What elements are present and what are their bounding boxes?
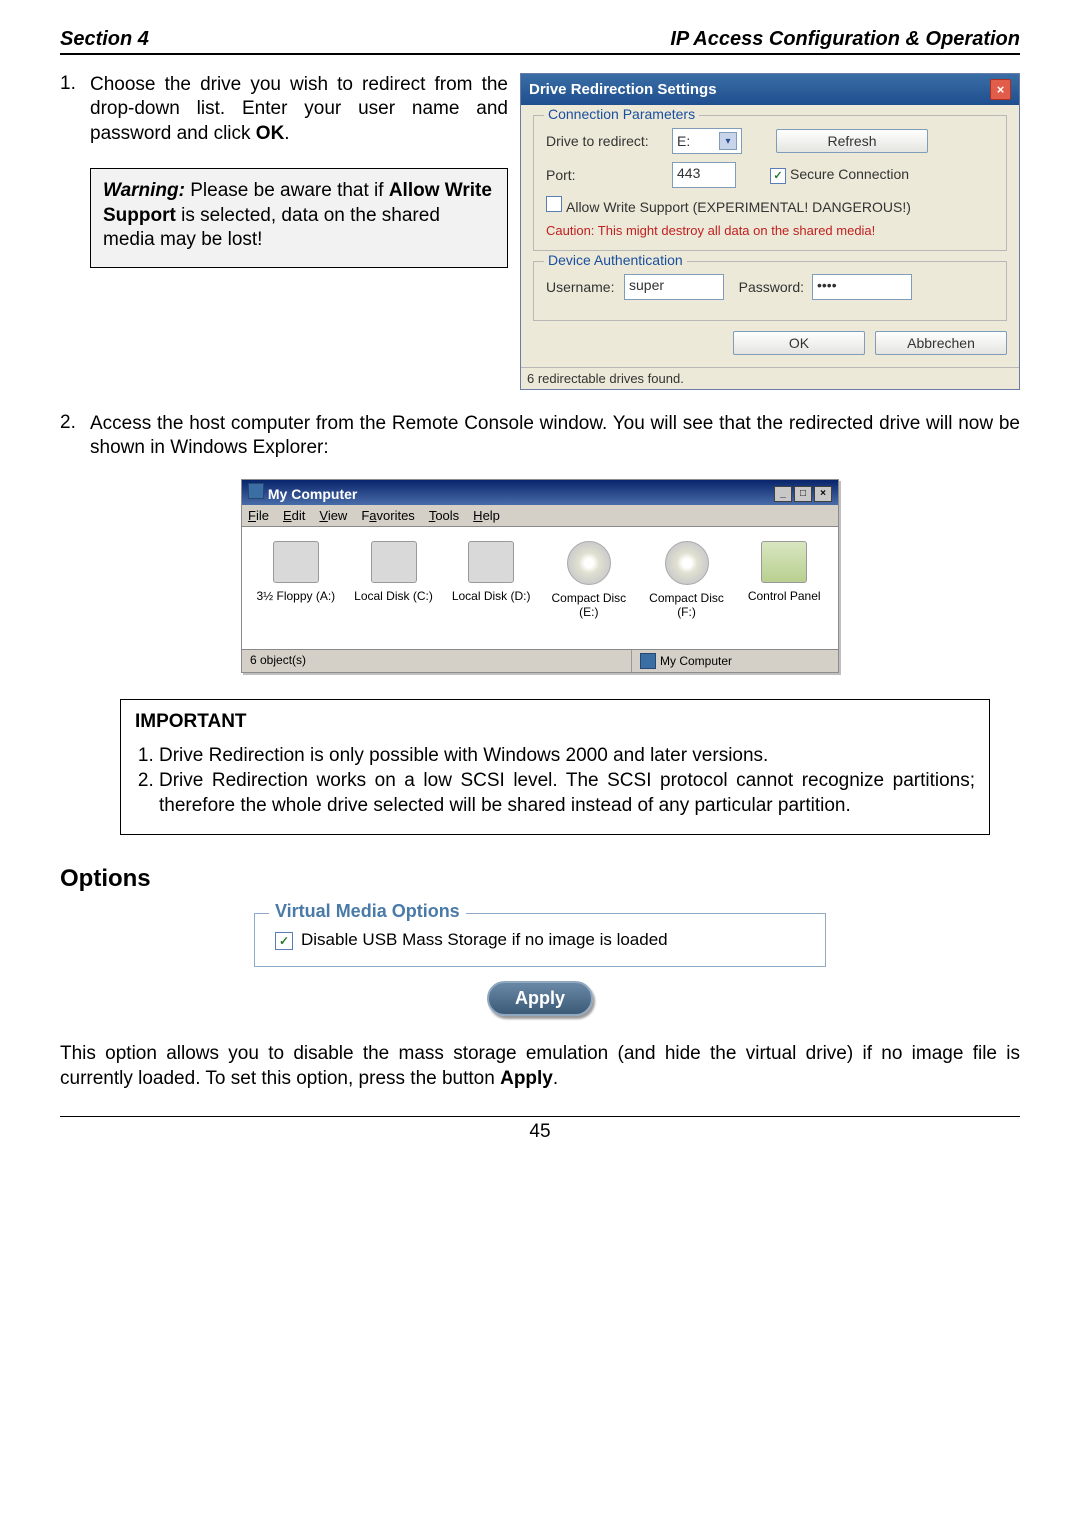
my-computer-icon	[640, 653, 656, 669]
options-group-title: Virtual Media Options	[269, 901, 466, 922]
menu-help[interactable]: Help	[473, 508, 500, 523]
drive-item[interactable]: Local Disk (C:)	[354, 541, 434, 619]
allow-label: Allow Write Support (EXPERIMENTAL! DANGE…	[566, 199, 911, 215]
menu-tools[interactable]: Tools	[429, 508, 459, 523]
cd-icon	[567, 541, 611, 585]
drive-value: E:	[677, 133, 690, 149]
explorer-window: My Computer _□× File Edit View Favorites…	[241, 479, 839, 673]
allow-write-checkbox[interactable]: Allow Write Support (EXPERIMENTAL! DANGE…	[546, 196, 911, 215]
hdd-icon	[468, 541, 514, 583]
username-label: Username:	[546, 279, 616, 295]
username-input[interactable]: super	[624, 274, 724, 300]
my-computer-icon	[248, 483, 264, 499]
drive-label: Compact Disc (E:)	[549, 591, 629, 619]
important-item: Drive Redirection works on a low SCSI le…	[159, 769, 975, 818]
warning-box: Warning: Please be aware that if Allow W…	[90, 168, 508, 268]
drive-label: Local Disk (D:)	[451, 589, 531, 603]
menu-view[interactable]: View	[319, 508, 347, 523]
menu-favorites[interactable]: Favorites	[361, 508, 414, 523]
group-title-connection: Connection Parameters	[544, 106, 699, 122]
drive-label: Compact Disc (F:)	[647, 591, 727, 619]
explorer-status-left: 6 object(s)	[242, 650, 632, 672]
apply-button[interactable]: Apply	[487, 981, 593, 1016]
disable-usb-label: Disable USB Mass Storage if no image is …	[301, 930, 668, 949]
step2-index: 2.	[60, 412, 90, 461]
secure-connection-checkbox[interactable]: ✓Secure Connection	[770, 166, 909, 184]
step1-c: .	[284, 123, 289, 144]
closing-paragraph: This option allows you to disable the ma…	[60, 1042, 1020, 1091]
drive-item[interactable]: Compact Disc (E:)	[549, 541, 629, 619]
drive-label: Drive to redirect:	[546, 133, 664, 149]
refresh-button[interactable]: Refresh	[776, 129, 928, 153]
minimize-icon[interactable]: _	[774, 486, 792, 502]
important-item: Drive Redirection is only possible with …	[159, 744, 975, 769]
port-input[interactable]: 443	[672, 162, 736, 188]
connection-parameters-group: Connection Parameters Drive to redirect:…	[533, 115, 1007, 251]
important-title: IMPORTANT	[135, 710, 975, 735]
virtual-media-options-group: Virtual Media Options ✓Disable USB Mass …	[254, 913, 826, 967]
important-box: IMPORTANT Drive Redirection is only poss…	[120, 699, 990, 836]
secure-label: Secure Connection	[790, 166, 909, 182]
step1-a: Choose the drive you wish to redirect fr…	[90, 74, 508, 144]
warn-label: Warning:	[103, 180, 185, 201]
explorer-title: My Computer	[268, 486, 357, 502]
page-number: 45	[60, 1116, 1020, 1143]
drive-item[interactable]: Local Disk (D:)	[451, 541, 531, 619]
dialog-title: Drive Redirection Settings	[529, 81, 717, 98]
port-label: Port:	[546, 167, 664, 183]
ok-button[interactable]: OK	[733, 331, 865, 355]
dialog-status: 6 redirectable drives found.	[521, 367, 1019, 389]
step1-b: OK	[256, 123, 285, 144]
drive-item[interactable]: Compact Disc (F:)	[647, 541, 727, 619]
drive-redirection-dialog: Drive Redirection Settings × Connection …	[520, 73, 1020, 390]
closing-b: .	[553, 1068, 558, 1089]
step2-text: Access the host computer from the Remote…	[90, 412, 1020, 461]
warn-a: Please be aware that if	[185, 180, 389, 201]
cancel-button[interactable]: Abbrechen	[875, 331, 1007, 355]
cd-icon	[665, 541, 709, 585]
explorer-status-right: My Computer	[660, 654, 732, 668]
password-label: Password:	[732, 279, 804, 295]
group-title-auth: Device Authentication	[544, 252, 687, 268]
drive-item[interactable]: 3½ Floppy (A:)	[256, 541, 336, 619]
device-auth-group: Device Authentication Username: super Pa…	[533, 261, 1007, 321]
drive-label: 3½ Floppy (A:)	[256, 589, 336, 603]
password-input[interactable]: ••••	[812, 274, 912, 300]
step1-index: 1.	[60, 73, 90, 146]
caution-text: Caution: This might destroy all data on …	[546, 223, 994, 238]
drive-select[interactable]: E: ▾	[672, 128, 742, 154]
options-heading: Options	[60, 865, 1020, 893]
header-left: Section 4	[60, 28, 149, 51]
drive-item[interactable]: Control Panel	[744, 541, 824, 619]
drive-label: Control Panel	[744, 589, 824, 603]
floppy-icon	[273, 541, 319, 583]
menu-file[interactable]: File	[248, 508, 269, 523]
chevron-down-icon[interactable]: ▾	[719, 132, 737, 150]
menu-edit[interactable]: Edit	[283, 508, 305, 523]
maximize-icon[interactable]: □	[794, 486, 812, 502]
closing-bold: Apply	[500, 1068, 553, 1089]
hdd-icon	[371, 541, 417, 583]
close-icon[interactable]: ×	[990, 79, 1011, 100]
drive-label: Local Disk (C:)	[354, 589, 434, 603]
disable-usb-checkbox[interactable]: ✓Disable USB Mass Storage if no image is…	[275, 930, 668, 949]
close-icon[interactable]: ×	[814, 486, 832, 502]
control-panel-icon	[761, 541, 807, 583]
header-right: IP Access Configuration & Operation	[670, 28, 1020, 51]
explorer-menubar: File Edit View Favorites Tools Help	[242, 505, 838, 527]
step1-text: Choose the drive you wish to redirect fr…	[90, 73, 508, 146]
